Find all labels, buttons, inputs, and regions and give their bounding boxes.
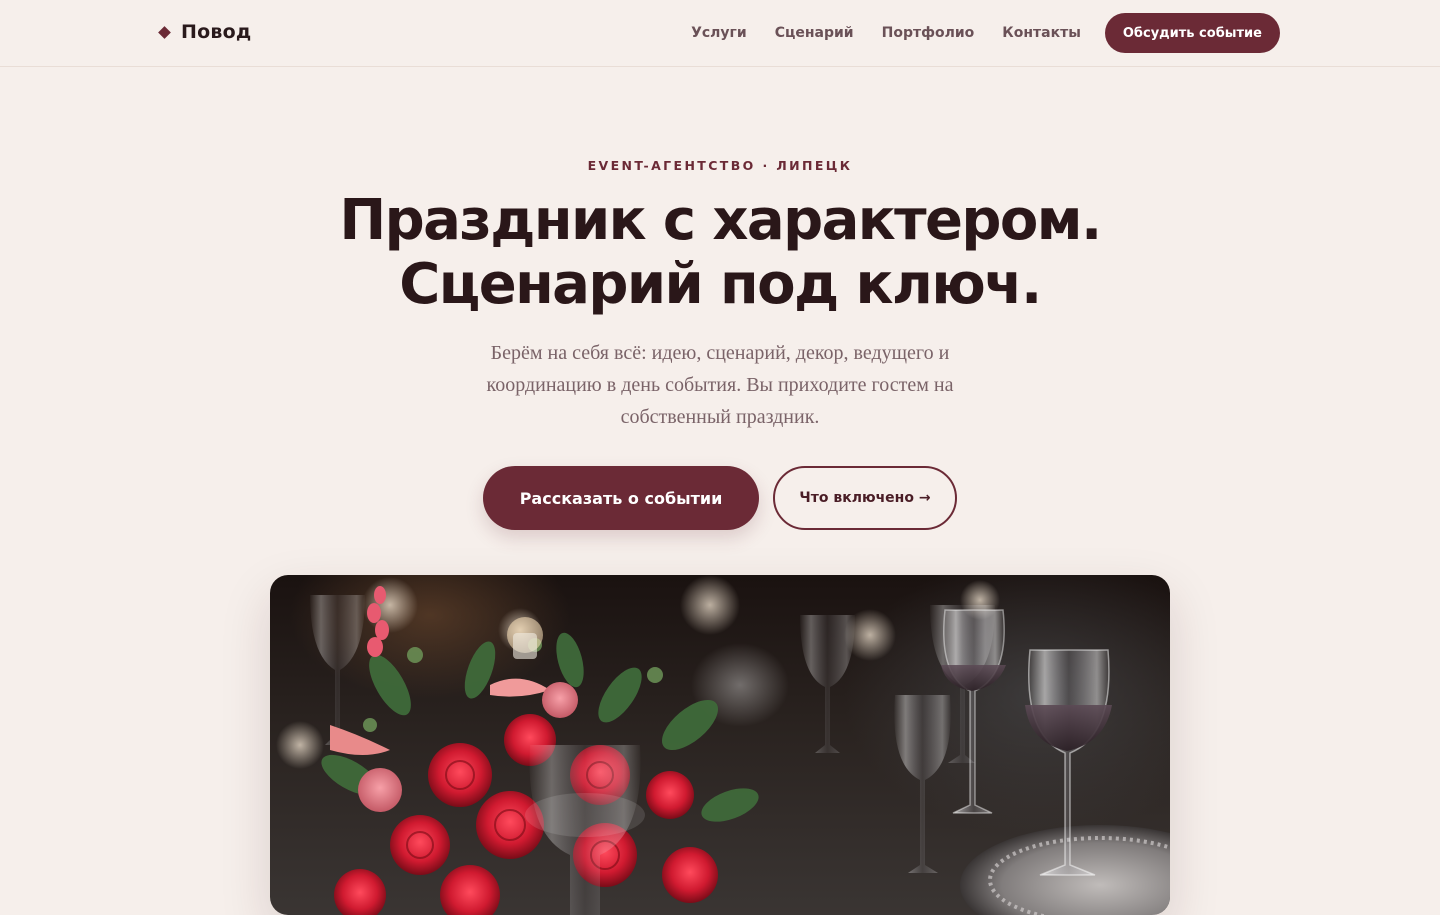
- nav-link-scenario[interactable]: Сценарий: [775, 25, 854, 41]
- site-header: Повод Услуги Сценарий Портфолио Контакты…: [0, 0, 1440, 67]
- nav-link-services[interactable]: Услуги: [691, 25, 747, 41]
- whats-included-button[interactable]: Что включено →: [773, 466, 957, 530]
- headline-line-1: Праздник с характером.: [339, 188, 1102, 253]
- hero-headline: Праздник с характером. Сценарий под ключ…: [220, 189, 1220, 317]
- hero-lead: Берём на себя всё: идею, сценарий, декор…: [486, 342, 954, 428]
- logo[interactable]: Повод: [158, 21, 252, 43]
- tell-about-event-button[interactable]: Рассказать о событии: [483, 466, 759, 530]
- logo-text: Повод: [181, 21, 252, 43]
- table-setting-illustration: [276, 575, 1170, 915]
- nav-link-contacts[interactable]: Контакты: [1002, 25, 1081, 41]
- hero-section: EVENT-АГЕНТСТВО · ЛИПЕЦК Праздник с хара…: [0, 67, 1440, 530]
- hero-eyebrow: EVENT-АГЕНТСТВО · ЛИПЕЦК: [587, 158, 853, 173]
- headline-line-2: Сценарий под ключ.: [399, 252, 1042, 317]
- diamond-icon: [158, 25, 171, 39]
- main-nav: Услуги Сценарий Портфолио Контакты Обсуд…: [691, 13, 1280, 53]
- discuss-event-button[interactable]: Обсудить событие: [1104, 13, 1280, 53]
- hero-photo: [270, 575, 1170, 915]
- nav-link-portfolio[interactable]: Портфолио: [882, 25, 975, 41]
- hero-actions: Рассказать о событии Что включено →: [0, 466, 1440, 530]
